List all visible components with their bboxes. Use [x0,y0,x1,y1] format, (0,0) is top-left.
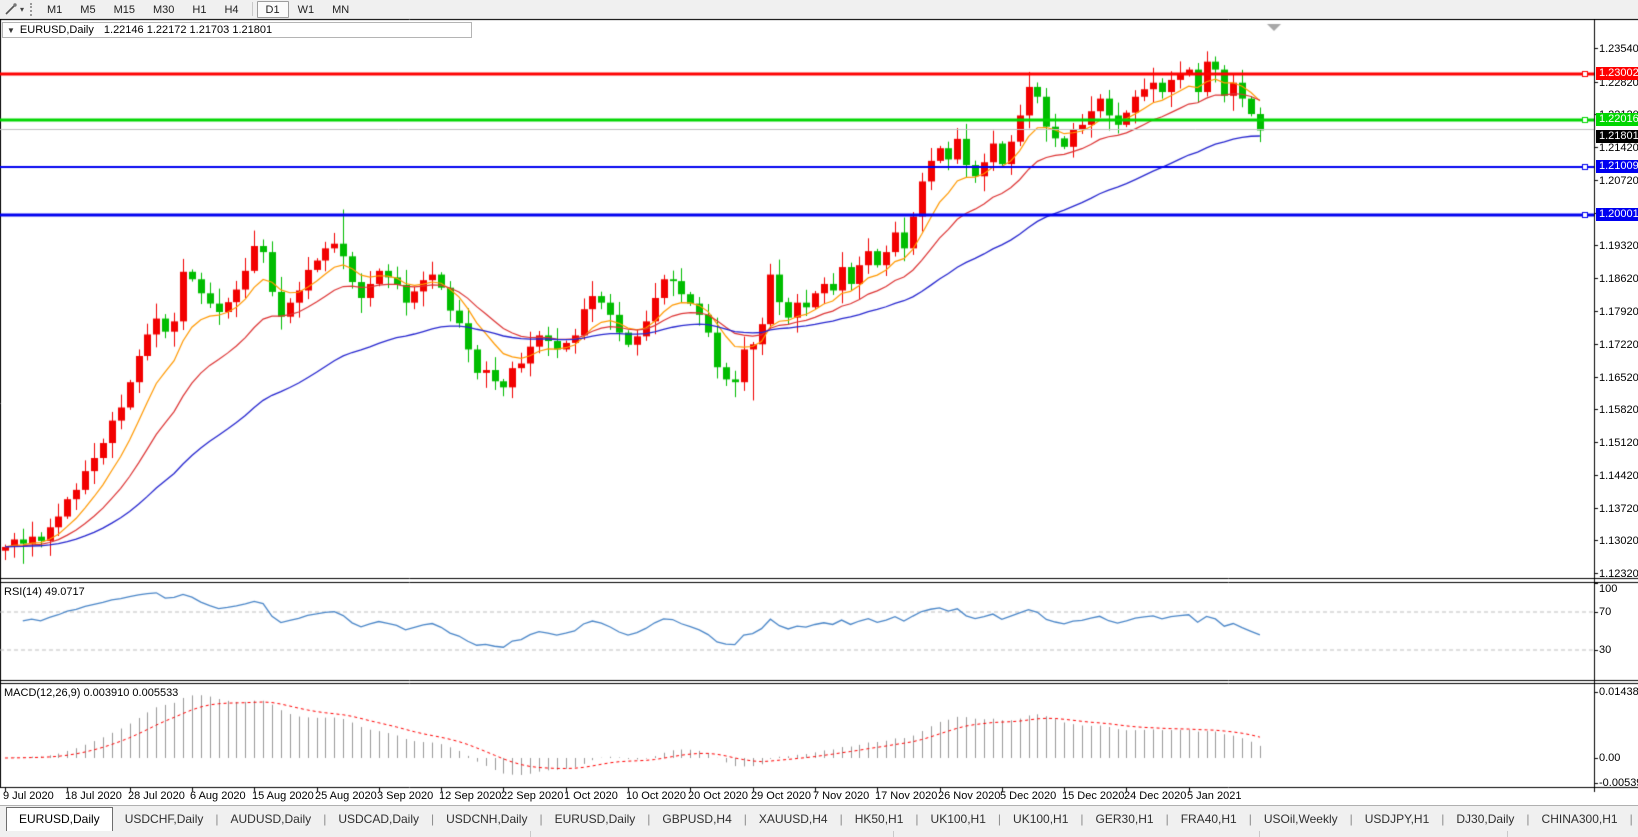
rsi-axis-tick: 70 [1599,606,1611,618]
macd-indicator-label: MACD(12,26,9) 0.003910 0.005533 [4,687,178,699]
macd-axis-tick: 0.014384 [1599,686,1638,698]
mt4-window: ▾ M1M5M15M30H1H4 D1W1MN ▼ EURUSD,Daily 1.… [0,0,1638,837]
date-axis-label: 3 Sep 2020 [377,790,433,802]
price-axis-tick: 1.12320 [1599,568,1638,580]
price-axis-tick: 1.16520 [1599,372,1638,384]
tool-dropdown-caret-icon[interactable]: ▾ [20,5,24,14]
toolbar-grip[interactable] [30,3,33,16]
chart-tabs-bar: EURUSD,DailyUSDCHF,Daily|AUDUSD,Daily|US… [0,805,1638,831]
chart-tab-dj30-daily[interactable]: DJ30,Daily [1444,809,1526,831]
price-axis-tick: 1.19320 [1599,240,1638,252]
timeframe-button-m5[interactable]: M5 [71,1,104,18]
rsi-axis-tick: 100 [1599,583,1617,595]
rsi-axis-tick: 30 [1599,644,1611,656]
hline-price-tag[interactable]: 1.21009 [1596,160,1638,173]
chart-tab-uk100-h1[interactable]: UK100,H1 [1001,809,1080,831]
macd-axis-tick: 0.00 [1599,752,1620,764]
chart-tab-xauusd-h4[interactable]: XAUUSD,H4 [747,809,840,831]
timeframe-button-w1[interactable]: W1 [289,1,324,18]
price-axis-tick: 1.13720 [1599,503,1638,515]
chart-area: ▼ EURUSD,Daily 1.22146 1.22172 1.21703 1… [0,19,1638,805]
price-axis-tick: 1.13020 [1599,535,1638,547]
hline-price-tag[interactable]: 1.23002 [1596,67,1638,80]
date-axis-label: 22 Sep 2020 [501,790,563,802]
timeframe-button-d1[interactable]: D1 [257,1,289,18]
timeframe-button-h4[interactable]: H4 [215,1,247,18]
price-axis-tick: 1.18620 [1599,273,1638,285]
chart-tab-usdchf-daily[interactable]: USDCHF,Daily [113,809,216,831]
chart-tab-usdcad-daily[interactable]: USDCAD,Daily [326,809,431,831]
chart-ohlc-quotes: 1.22146 1.22172 1.21703 1.21801 [104,24,272,36]
chart-tab-uk100-h1[interactable]: UK100,H1 [919,809,998,831]
date-axis-label: 6 Aug 2020 [190,790,246,802]
chart-tab-usoil[interactable]: USOil, [1633,809,1638,831]
collapse-caret-icon[interactable]: ▼ [7,26,15,35]
price-axis-tick: 1.17920 [1599,306,1638,318]
date-axis-label: 26 Nov 2020 [938,790,1000,802]
hline-price-tag[interactable]: 1.20001 [1596,208,1638,221]
timeframe-button-h1[interactable]: H1 [183,1,215,18]
chart-tab-china300-h1[interactable]: CHINA300,H1 [1530,809,1630,831]
chart-tab-ger30-h1[interactable]: GER30,H1 [1084,809,1166,831]
hline-price-tag[interactable]: 1.22016 [1596,113,1638,126]
date-axis-label: 10 Oct 2020 [626,790,686,802]
price-axis-tick: 1.21420 [1599,142,1638,154]
rsi-indicator-label: RSI(14) 49.0717 [4,586,85,598]
chart-tab-usdjpy-h1[interactable]: USDJPY,H1 [1353,809,1441,831]
date-axis-label: 5 Dec 2020 [1000,790,1056,802]
date-axis-label: 15 Dec 2020 [1062,790,1124,802]
chart-tab-gbpusd-h4[interactable]: GBPUSD,H4 [650,809,743,831]
price-axis-tick: 1.15820 [1599,404,1638,416]
date-axis-label: 9 Jul 2020 [3,790,54,802]
price-chart-canvas[interactable] [0,19,1638,805]
chart-tab-usdcnh-daily[interactable]: USDCNH,Daily [434,809,539,831]
date-axis-label: 25 Aug 2020 [315,790,377,802]
chart-tab-hk50-h1[interactable]: HK50,H1 [843,809,916,831]
date-axis-label: 1 Oct 2020 [564,790,618,802]
current-price-tag: 1.21801 [1596,130,1638,143]
price-axis-tick: 1.14420 [1599,470,1638,482]
toolbar-separator [252,2,253,16]
chart-tab-usoil-weekly[interactable]: USOil,Weekly [1252,809,1350,831]
chart-tab-fra40-h1[interactable]: FRA40,H1 [1169,809,1249,831]
date-axis-label: 7 Nov 2020 [813,790,869,802]
crosshair-tool-icon[interactable] [4,2,18,16]
chart-tab-eurusd-daily[interactable]: EURUSD,Daily [543,809,648,831]
date-axis-label: 17 Nov 2020 [875,790,937,802]
timeframe-button-mn[interactable]: MN [323,1,358,18]
price-axis-tick: 1.20720 [1599,175,1638,187]
chart-tab-eurusd-daily[interactable]: EURUSD,Daily [6,807,113,831]
date-axis-label: 12 Sep 2020 [439,790,501,802]
price-axis-tick: 1.17220 [1599,339,1638,351]
status-bar [0,831,1638,837]
timeframe-toolbar: ▾ M1M5M15M30H1H4 D1W1MN [0,0,1638,19]
date-axis-label: 20 Oct 2020 [688,790,748,802]
date-axis-label: 24 Dec 2020 [1124,790,1186,802]
macd-axis-tick: -0.005396 [1599,777,1638,789]
date-axis-label: 5 Jan 2021 [1187,790,1241,802]
price-axis-tick: 1.15120 [1599,437,1638,449]
timeframe-button-m15[interactable]: M15 [105,1,144,18]
timeframe-button-m30[interactable]: M30 [144,1,183,18]
price-axis-tick: 1.23540 [1599,43,1638,55]
timeframe-button-m1[interactable]: M1 [38,1,71,18]
date-axis-label: 29 Oct 2020 [751,790,811,802]
chart-title-bar[interactable]: ▼ EURUSD,Daily 1.22146 1.22172 1.21703 1… [2,22,472,38]
date-axis-label: 28 Jul 2020 [128,790,185,802]
chart-symbol-label: EURUSD,Daily [20,24,94,36]
date-axis-label: 15 Aug 2020 [252,790,314,802]
date-axis-label: 18 Jul 2020 [65,790,122,802]
chart-tab-audusd-daily[interactable]: AUDUSD,Daily [219,809,324,831]
